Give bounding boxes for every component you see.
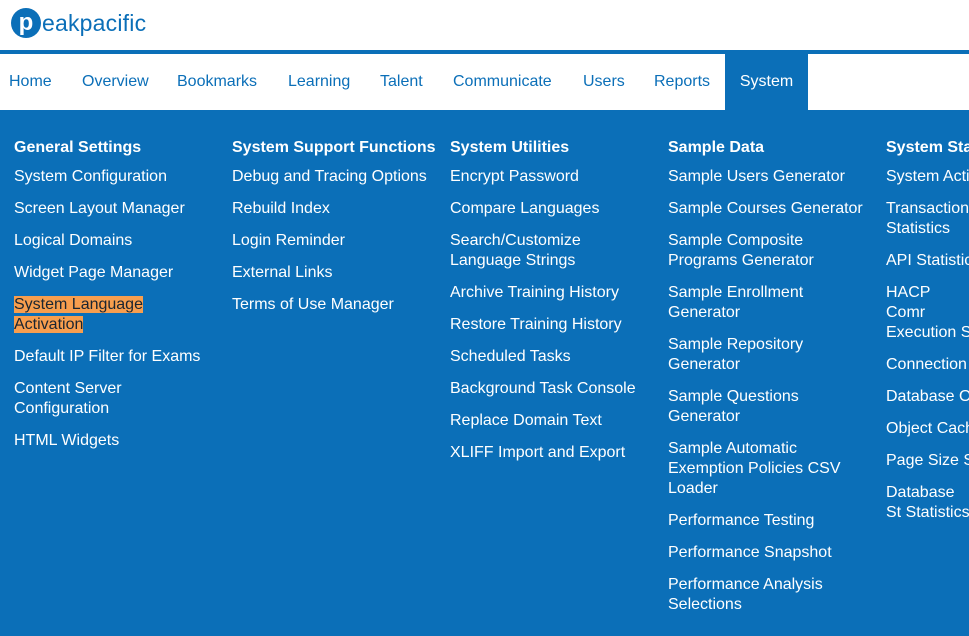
menu-heading: System Utilities [450,139,570,156]
tab-system[interactable]: System [725,54,808,110]
menu-item-background-task-console[interactable]: Background Task Console [450,379,655,399]
tab-users[interactable]: Users [583,54,625,110]
menu-item-replace-domain-text[interactable]: Replace Domain Text [450,411,655,431]
menu-item-sample-questions-generator[interactable]: Sample Questions Generator [668,387,828,427]
menu-item-sample-courses-generator[interactable]: Sample Courses Generator [668,199,873,219]
menu-item-system-language-activation[interactable]: System Language Activation [14,295,144,335]
menu-heading: System Stat [886,139,969,156]
menu-item-terms-of-use-manager[interactable]: Terms of Use Manager [232,295,437,315]
menu-column-general-settings: General Settings System Configuration Sc… [14,138,219,463]
tab-home[interactable]: Home [9,54,52,110]
header: p eakpacific [0,0,969,50]
menu-heading: System Support Functions [232,139,436,156]
menu-item-html-widgets[interactable]: HTML Widgets [14,431,219,451]
menu-item-page-size[interactable]: Page Size S [886,451,969,471]
menu-item-sample-repository-generator[interactable]: Sample Repository Generator [668,335,828,375]
menu-item-content-server-configuration[interactable]: Content Server Configuration [14,379,134,419]
menu-item-database-statistics[interactable]: Database St Statistics [886,483,969,523]
menu-item-sample-exemption-policies-loader[interactable]: Sample Automatic Exemption Policies CSV … [668,439,848,499]
menu-item-sample-composite-programs-generator[interactable]: Sample Composite Programs Generator [668,231,828,271]
tab-communicate[interactable]: Communicate [453,54,552,110]
menu-item-hacp-command-execution[interactable]: HACP Comr Execution S [886,283,969,343]
menu-item-api-statistics[interactable]: API Statistic [886,251,969,271]
menu-item-object-cache[interactable]: Object Cach [886,419,969,439]
tab-talent[interactable]: Talent [380,54,423,110]
menu-column-sample-data: Sample Data Sample Users Generator Sampl… [668,138,873,627]
menu-column-system-statistics: System Stat System Acti Transaction Stat… [886,138,969,535]
menu-item-restore-training-history[interactable]: Restore Training History [450,315,655,335]
tab-overview[interactable]: Overview [82,54,149,110]
menu-item-widget-page-manager[interactable]: Widget Page Manager [14,263,219,283]
menu-item-system-configuration[interactable]: System Configuration [14,167,219,187]
system-mega-menu: General Settings System Configuration Sc… [0,110,969,636]
tab-reports[interactable]: Reports [654,54,710,110]
menu-item-search-customize-language-strings[interactable]: Search/Customize Language Strings [450,231,600,271]
menu-item-database-objects[interactable]: Database O [886,387,969,407]
menu-column-system-utilities: System Utilities Encrypt Password Compar… [450,138,655,475]
menu-item-sample-enrollment-generator[interactable]: Sample Enrollment Generator [668,283,828,323]
menu-item-system-activity[interactable]: System Acti [886,167,969,187]
menu-item-transaction-statistics[interactable]: Transaction Statistics [886,199,969,239]
menu-item-performance-testing[interactable]: Performance Testing [668,511,873,531]
menu-item-sample-users-generator[interactable]: Sample Users Generator [668,167,873,187]
menu-heading: Sample Data [668,139,765,156]
tab-bookmarks[interactable]: Bookmarks [177,54,257,110]
menu-item-login-reminder[interactable]: Login Reminder [232,231,437,251]
menu-item-compare-languages[interactable]: Compare Languages [450,199,655,219]
highlighted-menu-label: System Language Activation [14,296,143,333]
menu-item-archive-training-history[interactable]: Archive Training History [450,283,655,303]
menu-item-default-ip-filter[interactable]: Default IP Filter for Exams [14,347,219,367]
peakpacific-logo[interactable]: p eakpacific [11,7,146,39]
menu-item-xliff-import-export[interactable]: XLIFF Import and Export [450,443,655,463]
menu-item-debug-tracing[interactable]: Debug and Tracing Options [232,167,437,187]
menu-item-logical-domains[interactable]: Logical Domains [14,231,219,251]
logo-text: eakpacific [42,9,147,36]
menu-heading: General Settings [14,139,142,156]
menu-column-system-support-functions: System Support Functions Debug and Traci… [232,138,437,327]
menu-item-external-links[interactable]: External Links [232,263,437,283]
menu-item-performance-analysis-selections[interactable]: Performance Analysis Selections [668,575,838,615]
menu-item-connection[interactable]: Connection [886,355,969,375]
menu-item-scheduled-tasks[interactable]: Scheduled Tasks [450,347,655,367]
menu-item-performance-snapshot[interactable]: Performance Snapshot [668,543,873,563]
menu-item-rebuild-index[interactable]: Rebuild Index [232,199,437,219]
menu-item-screen-layout-manager[interactable]: Screen Layout Manager [14,199,219,219]
tab-learning[interactable]: Learning [288,54,350,110]
main-nav: Home Overview Bookmarks Learning Talent … [0,54,969,110]
menu-item-encrypt-password[interactable]: Encrypt Password [450,167,655,187]
logo-mark-icon: p [11,8,41,38]
